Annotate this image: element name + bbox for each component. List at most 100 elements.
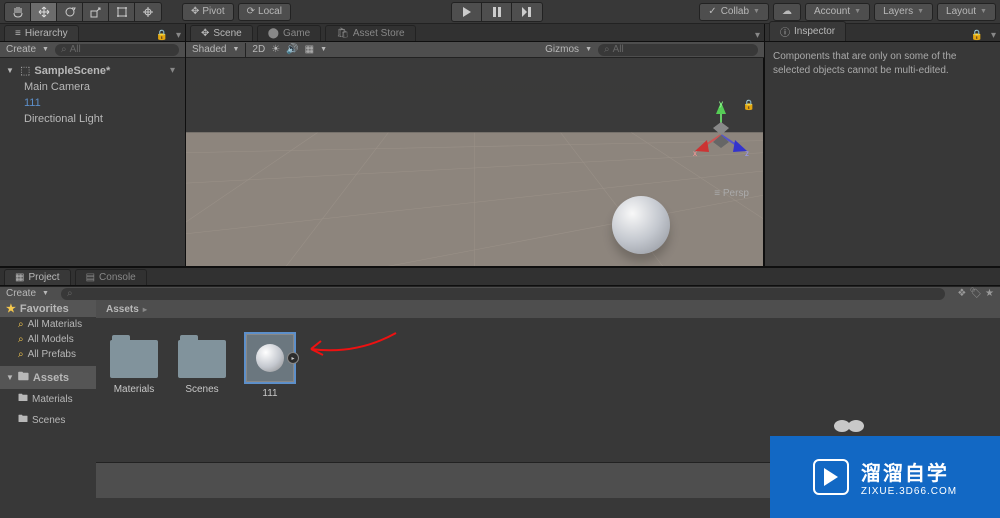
hand-tool[interactable] <box>5 3 31 21</box>
step-button[interactable] <box>512 3 542 21</box>
tab-inspector[interactable]: ⓘInspector <box>769 21 846 41</box>
project-search[interactable]: ⌕ <box>61 288 945 300</box>
tab-hierarchy[interactable]: ≡ Hierarchy <box>4 25 79 41</box>
tab-project[interactable]: ▦Project <box>4 269 71 285</box>
tree-item-111[interactable]: 111 <box>0 95 185 111</box>
scene-node[interactable]: ▼⬚SampleScene*▾ <box>0 62 185 79</box>
watermark-subtitle: ZIXUE.3D66.COM <box>861 486 957 497</box>
transform-tools <box>4 2 162 22</box>
fav-all-prefabs[interactable]: ⌕All Prefabs <box>0 347 96 362</box>
local-icon: ⟳ <box>247 6 255 17</box>
hierarchy-tree: ▼⬚SampleScene*▾ Main Camera 111 Directio… <box>0 58 185 131</box>
hierarchy-menu-icon[interactable]: ▾ <box>172 30 185 41</box>
folder-icon <box>110 340 158 378</box>
folder-icon: 🖿 <box>18 391 28 408</box>
watermark-title: 溜溜自学 <box>861 457 949 486</box>
account-label: Account <box>814 6 850 17</box>
play-button[interactable] <box>452 3 482 21</box>
project-icon: ▦ <box>15 272 24 283</box>
layout-dropdown[interactable]: Layout▼ <box>937 3 996 21</box>
gizmo-lock-icon[interactable]: 🔒 <box>743 100 755 111</box>
fav-all-models[interactable]: ⌕All Models <box>0 332 96 347</box>
local-label: Local <box>258 6 282 17</box>
gizmos-dropdown[interactable]: Gizmos <box>545 44 579 55</box>
info-icon: ⓘ <box>780 24 790 39</box>
pivot-group: ✥Pivot ⟳Local <box>182 3 295 21</box>
tab-game[interactable]: ⬤Game <box>257 25 321 41</box>
favorites-header[interactable]: ★Favorites <box>0 300 96 317</box>
rect-tool[interactable] <box>109 3 135 21</box>
transform-tool[interactable] <box>135 3 161 21</box>
account-dropdown[interactable]: Account▼ <box>805 3 870 21</box>
decorative-icon <box>830 416 870 432</box>
watermark: 溜溜自学 ZIXUE.3D66.COM <box>770 436 1000 518</box>
breadcrumb[interactable]: Assets ▸ <box>96 300 1000 318</box>
tree-item-light[interactable]: Directional Light <box>0 111 185 127</box>
hierarchy-title: Hierarchy <box>25 28 68 39</box>
fx-toggle[interactable]: ▦ <box>305 44 314 55</box>
star-icon[interactable]: ★ <box>985 288 994 299</box>
search-icon: ⌕ <box>604 44 610 55</box>
console-icon: ▤ <box>86 272 95 283</box>
assets-header[interactable]: ▼🖿Assets <box>0 366 96 389</box>
collab-dropdown[interactable]: ✓Collab▼ <box>699 3 769 21</box>
asset-scenes-folder[interactable]: Scenes <box>176 334 228 446</box>
scene-menu-icon[interactable]: ▾ <box>751 30 764 41</box>
layers-dropdown[interactable]: Layers▼ <box>874 3 933 21</box>
tree-item-camera[interactable]: Main Camera <box>0 79 185 95</box>
inspector-lock-icon[interactable]: 🔒 <box>967 30 987 41</box>
hierarchy-icon: ≡ <box>15 28 21 39</box>
rotate-tool[interactable] <box>57 3 83 21</box>
game-icon: ⬤ <box>268 28 279 39</box>
search-icon: ⌕ <box>61 44 67 55</box>
scene-panel: ✥Scene ⬤Game 🛍Asset Store ▾ Shaded▼ 2D ☀… <box>186 24 764 266</box>
layers-label: Layers <box>883 6 913 17</box>
folder-scenes[interactable]: 🖿Scenes <box>0 410 96 431</box>
fav-all-materials[interactable]: ⌕All Materials <box>0 317 96 332</box>
scene-icon: ✥ <box>201 28 209 39</box>
folder-icon: 🖿 <box>18 412 28 429</box>
inspector-message: Components that are only on some of the … <box>765 42 1000 86</box>
perspective-label[interactable]: ≡ Persp <box>714 188 749 199</box>
open-prefab-icon[interactable]: ▸ <box>287 352 299 364</box>
scene-viewport[interactable]: y x z 🔒 ≡ Persp <box>186 58 764 266</box>
tab-asset-store[interactable]: 🛍Asset Store <box>325 25 415 41</box>
watermark-logo-icon <box>813 459 849 495</box>
inspector-menu-icon[interactable]: ▾ <box>987 30 1000 41</box>
play-controls <box>451 2 543 22</box>
asset-prefab-111[interactable]: ▸ 111 <box>244 334 296 446</box>
sphere-object[interactable] <box>612 196 670 254</box>
svg-text:x: x <box>693 149 697 158</box>
pivot-button[interactable]: ✥Pivot <box>182 3 234 21</box>
shading-dropdown[interactable]: Shaded <box>192 44 226 55</box>
right-toolbar: ✓Collab▼ ☁ Account▼ Layers▼ Layout▼ <box>699 3 996 21</box>
tab-scene[interactable]: ✥Scene <box>190 25 253 41</box>
prefab-icon: ▸ <box>246 334 294 382</box>
tab-console[interactable]: ▤Console <box>75 269 147 285</box>
folder-materials[interactable]: 🖿Materials <box>0 389 96 410</box>
2d-toggle[interactable]: 2D <box>252 44 265 55</box>
scale-tool[interactable] <box>83 3 109 21</box>
audio-toggle[interactable]: 🔊 <box>286 44 298 55</box>
hierarchy-search[interactable]: ⌕All <box>55 44 179 56</box>
move-tool[interactable] <box>31 3 57 21</box>
local-button[interactable]: ⟳Local <box>238 3 291 21</box>
asset-materials-folder[interactable]: Materials <box>108 334 160 446</box>
filter-icon[interactable]: ❖ <box>957 288 966 299</box>
cloud-icon: ☁ <box>782 6 792 17</box>
pivot-icon: ✥ <box>191 6 199 17</box>
scene-search[interactable]: ⌕All <box>598 44 758 56</box>
cloud-button[interactable]: ☁ <box>773 3 801 21</box>
pause-button[interactable] <box>482 3 512 21</box>
hierarchy-create-button[interactable]: Create <box>6 44 36 55</box>
inspector-panel: ⓘInspector 🔒 ▾ Components that are only … <box>764 24 1000 266</box>
project-create-button[interactable]: Create <box>6 288 36 299</box>
collab-label: Collab <box>721 6 749 17</box>
hierarchy-lock-icon[interactable]: 🔒 <box>152 30 172 41</box>
tag-icon[interactable]: 🏷 <box>969 288 982 299</box>
unity-icon: ⬚ <box>20 64 30 77</box>
svg-text:z: z <box>745 149 749 158</box>
project-sidebar: ★Favorites ⌕All Materials ⌕All Models ⌕A… <box>0 300 96 498</box>
light-toggle[interactable]: ☀ <box>271 44 280 55</box>
svg-text:y: y <box>719 100 723 108</box>
